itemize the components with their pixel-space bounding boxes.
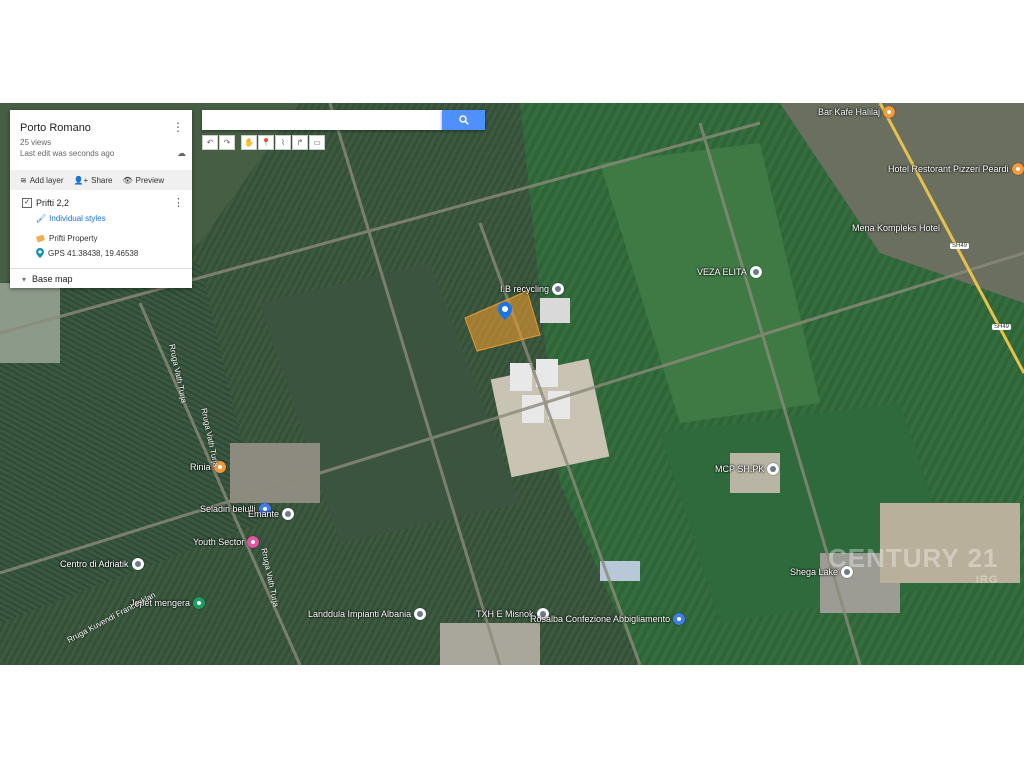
feature-label: GPS 41.38438, 19.46538 [48,248,139,258]
map-toolbar: ↶ ↷ ✋ 📍 ⌇ ↱ ▭ [202,135,326,150]
search-button[interactable] [442,110,485,130]
base-map-toggle[interactable]: ▾ Base map [10,268,192,289]
poi-label: Landdula Impianti Albania [308,609,412,619]
base-map-label: Base map [32,274,73,284]
poi-pin-icon [282,508,295,520]
watermark-text: CENTURY 21 [828,543,999,573]
map-legend-panel: Porto Romano ⋮ 25 views Last edit was se… [10,110,192,288]
hand-icon[interactable]: ✋ [241,135,257,150]
poi-pin-icon [193,597,206,609]
paint-roller-icon: 🖌 [36,214,47,223]
poi-pin-icon [247,536,260,548]
search-input[interactable] [202,110,442,130]
layer-checkbox[interactable]: ✓ [22,198,32,208]
poi-pin-icon [414,608,427,620]
add-layer-label: Add layer [29,175,64,185]
watermark-subtext: IRG [975,574,999,586]
polygon-icon [36,234,45,243]
add-layer-button[interactable]: ≋ Add layer [20,176,64,185]
search-icon [458,115,469,125]
preview-button[interactable]: 👁 Preview [123,176,165,185]
poi-marker[interactable]: Bar Kafe Halilaj [818,106,896,118]
poi-marker[interactable]: MCP SH.PK [715,463,780,475]
poi-marker[interactable]: Emante [248,508,295,520]
individual-styles-link[interactable]: 🖌 Individual styles [36,214,106,223]
poi-label: Emante [248,509,280,519]
redo-icon[interactable]: ↷ [219,135,235,150]
poi-pin-icon [749,266,762,278]
feature-item[interactable]: GPS 41.38438, 19.46538 [36,248,138,258]
poi-pin-icon [767,463,780,475]
poi-marker[interactable]: Centro di Adriatik [60,558,144,570]
parcel-marker[interactable] [498,302,512,325]
poi-pin-icon [673,613,686,625]
panel-actions: ≋ Add layer 👤+ Share 👁 Preview [10,170,192,190]
poi-label: Centro di Adriatik [60,559,129,569]
watermark: CENTURY 21 IRG [828,543,998,586]
chevron-down-icon: ▾ [22,274,27,284]
location-pin-icon [36,248,44,258]
poi-label: Youth Sector [193,537,245,547]
cloud-saved-icon: ☁ [177,148,186,158]
poi-pin-icon [552,283,565,295]
eye-icon: 👁 [122,175,133,185]
poi-label: Bar Kafe Halilaj [818,107,881,117]
poi-marker[interactable]: Youth Sector [193,536,260,548]
poi-label: VEZA ELITA [697,267,747,277]
add-person-icon: 👤+ [73,175,89,185]
styles-label: Individual styles [49,214,106,223]
share-label: Share [91,175,113,185]
add-marker-icon[interactable]: 📍 [258,135,274,150]
route-icon[interactable]: ↱ [292,135,308,150]
poi-label: Rosalba Confezione Abbigliamento [530,614,671,624]
view-count: 25 views [20,138,52,147]
more-options-icon[interactable]: ⋮ [172,120,184,134]
undo-icon[interactable]: ↶ [202,135,218,150]
layer-options-icon[interactable]: ⋮ [173,196,184,209]
location-pin-icon [498,302,512,320]
poi-marker[interactable]: Rosalba Confezione Abbigliamento [530,613,686,625]
feature-item[interactable]: Prifti Property [36,234,97,243]
layer-row[interactable]: ✓ Prifti 2,2 [22,198,69,208]
poi-pin-icon [883,106,896,118]
last-edit-status: Last edit was seconds ago [20,149,115,158]
poi-label: Hotel Restorant Pizzeri Peardi [888,164,1009,174]
layers-icon: ≋ [20,175,27,185]
map-title[interactable]: Porto Romano [20,122,91,134]
preview-label: Preview [135,175,165,185]
poi-marker[interactable]: VEZA ELITA [697,266,762,278]
layer-name[interactable]: Prifti 2,2 [36,198,69,208]
poi-marker[interactable]: I.B recycling [500,283,565,295]
poi-label: Rinia [190,462,211,472]
draw-line-icon[interactable]: ⌇ [275,135,291,150]
road-shield: SH49 [992,324,1012,330]
ruler-icon[interactable]: ▭ [309,135,325,150]
poi-label: TXH E Misnok [476,609,534,619]
poi-marker[interactable]: Mena Kompleks Hotel [852,223,940,233]
poi-label: MCP SH.PK [715,464,765,474]
poi-marker[interactable]: Hotel Restorant Pizzeri Peardi [888,163,1024,175]
poi-label: Mena Kompleks Hotel [852,223,941,233]
poi-pin-icon [1011,163,1024,175]
feature-label: Prifti Property [49,234,98,243]
poi-label: I.B recycling [500,284,550,294]
poi-marker[interactable]: Landdula Impianti Albania [308,608,427,620]
share-button[interactable]: 👤+ Share [74,176,113,185]
poi-marker[interactable]: Rinia [190,461,226,473]
poi-pin-icon [131,558,144,570]
road-shield: SH49 [950,243,970,249]
